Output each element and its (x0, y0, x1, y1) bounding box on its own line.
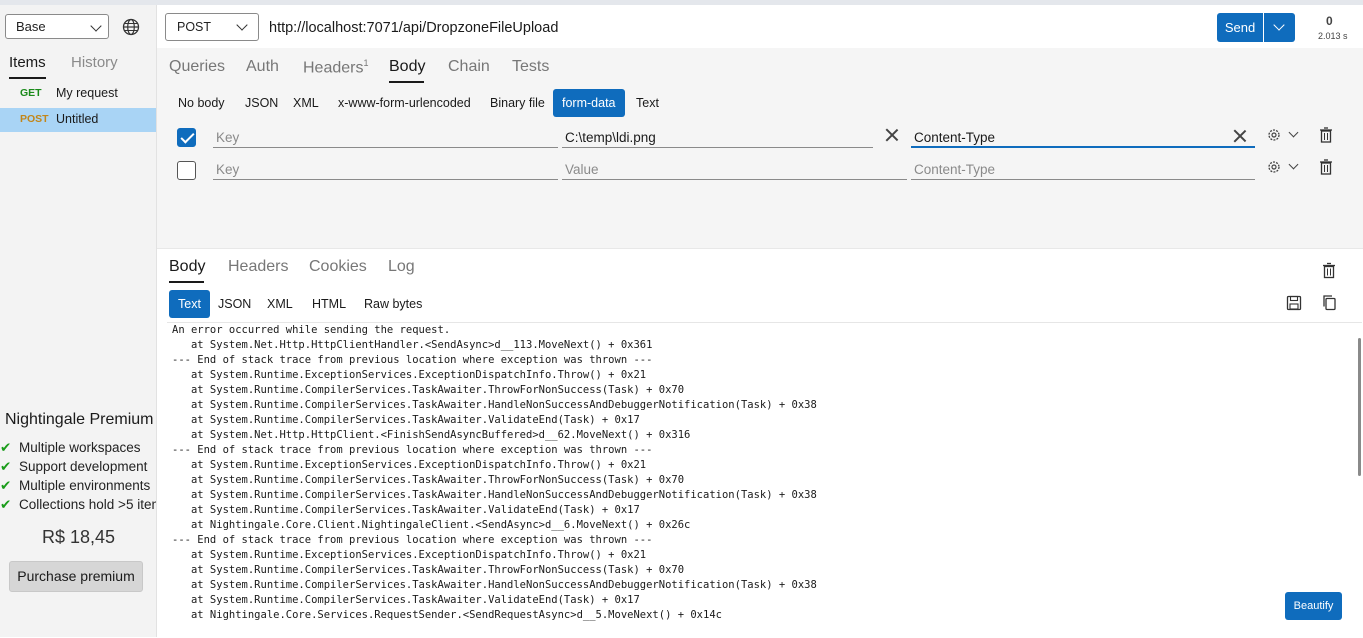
premium-feature: ✔ Collections hold >5 items (0, 497, 156, 513)
feature-label: Collections hold >5 items (19, 497, 156, 512)
send-button[interactable]: Send (1217, 13, 1263, 42)
tab-tests[interactable]: Tests (512, 58, 549, 76)
key-field[interactable]: Key (213, 126, 558, 148)
tab-headers-label: Headers (303, 59, 364, 77)
format-xml[interactable]: XML (258, 290, 302, 318)
environment-select-value: Base (16, 19, 46, 34)
body-type-form-data[interactable]: form-data (553, 89, 625, 117)
format-html[interactable]: HTML (303, 290, 355, 318)
tab-queries[interactable]: Queries (169, 58, 225, 76)
value-field[interactable]: Value (562, 158, 907, 180)
purchase-premium-button[interactable]: Purchase premium (9, 561, 143, 592)
request-method-badge: POST (20, 113, 49, 125)
sidebar-item-my-request[interactable]: GET My request (0, 82, 156, 106)
checkmark-icon: ✔ (0, 440, 12, 455)
clear-response-trash-icon[interactable] (1322, 262, 1336, 279)
premium-price: R$ 18,45 (42, 527, 116, 547)
tab-auth[interactable]: Auth (246, 58, 279, 76)
row-enabled-checkbox[interactable] (177, 161, 196, 180)
body-type-no-body[interactable]: No body (169, 89, 234, 117)
active-tab-indicator (169, 281, 204, 283)
copy-icon[interactable] (1321, 294, 1337, 311)
response-body-text: An error occurred while sending the requ… (172, 324, 817, 621)
window-top-border (0, 0, 1363, 5)
trash-icon[interactable] (1319, 159, 1333, 175)
beautify-button[interactable]: Beautify (1285, 592, 1342, 620)
tab-response-headers[interactable]: Headers (228, 258, 288, 276)
chevron-down-icon[interactable] (1288, 159, 1299, 170)
row-enabled-checkbox[interactable] (177, 128, 196, 147)
tab-headers[interactable]: Headers1 (303, 58, 369, 77)
request-panel: Queries Auth Headers1 Body Chain Tests N… (157, 48, 1363, 248)
format-json[interactable]: JSON (209, 290, 260, 318)
method-select-value: POST (177, 20, 212, 34)
format-raw-bytes[interactable]: Raw bytes (355, 290, 431, 318)
checkmark-icon: ✔ (0, 497, 12, 512)
tab-response-body[interactable]: Body (169, 258, 205, 276)
globe-icon[interactable] (122, 18, 140, 36)
body-type-json[interactable]: JSON (236, 89, 287, 117)
send-options-button[interactable] (1264, 13, 1295, 42)
elapsed-time: 2.013 s (1318, 31, 1348, 41)
checkmark-icon: ✔ (0, 459, 12, 474)
active-tab-indicator (9, 77, 46, 79)
chevron-down-icon (236, 19, 248, 31)
method-select[interactable]: POST (165, 13, 259, 41)
value-field[interactable]: C:\temp\ldi.png (562, 126, 873, 148)
feature-label: Support development (19, 459, 148, 474)
panel-divider (157, 248, 1363, 249)
chevron-down-icon[interactable] (1288, 127, 1299, 138)
tab-chain[interactable]: Chain (448, 58, 490, 76)
sidebar: Base Items History GET My request POST U… (0, 5, 157, 637)
gear-icon[interactable] (1267, 128, 1281, 142)
status-code: 0 (1326, 14, 1333, 28)
format-text[interactable]: Text (169, 290, 210, 318)
clear-content-type-icon[interactable] (1234, 130, 1246, 142)
chevron-down-icon (1273, 19, 1285, 31)
premium-feature: ✔ Multiple workspaces (0, 440, 156, 456)
url-input[interactable]: http://localhost:7071/api/DropzoneFileUp… (269, 20, 558, 36)
headers-count-badge: 1 (363, 58, 369, 68)
body-type-xml[interactable]: XML (284, 89, 328, 117)
premium-feature: ✔ Multiple environments (0, 478, 156, 494)
request-method-badge: GET (20, 87, 42, 99)
key-field[interactable]: Key (213, 158, 558, 180)
body-type-urlencoded[interactable]: x-www-form-urlencoded (329, 89, 480, 117)
premium-feature: ✔ Support development (0, 459, 156, 475)
trash-icon[interactable] (1319, 127, 1333, 143)
premium-title: Nightingale Premium (5, 411, 154, 428)
chevron-down-icon (90, 20, 102, 32)
sidebar-item-untitled[interactable]: POST Untitled (0, 108, 156, 132)
active-tab-indicator (389, 81, 424, 83)
content-type-field[interactable]: Content-Type (911, 126, 1255, 148)
tab-response-log[interactable]: Log (388, 258, 415, 276)
request-name: My request (56, 86, 118, 100)
tab-items[interactable]: Items (9, 54, 46, 71)
environment-select[interactable]: Base (5, 14, 109, 39)
gear-icon[interactable] (1267, 160, 1281, 174)
feature-label: Multiple workspaces (19, 440, 141, 455)
feature-label: Multiple environments (19, 478, 151, 493)
checkmark-icon: ✔ (0, 478, 12, 493)
response-body-output[interactable]: An error occurred while sending the requ… (167, 322, 1362, 638)
tab-history[interactable]: History (71, 54, 118, 71)
response-scrollbar[interactable] (1358, 338, 1361, 476)
content-type-field[interactable]: Content-Type (911, 158, 1255, 180)
request-name: Untitled (56, 112, 99, 126)
body-type-text[interactable]: Text (627, 89, 668, 117)
clear-value-icon[interactable] (886, 129, 898, 141)
tab-body[interactable]: Body (389, 58, 425, 76)
body-type-binary[interactable]: Binary file (481, 89, 554, 117)
save-icon[interactable] (1286, 295, 1302, 311)
tab-response-cookies[interactable]: Cookies (309, 258, 367, 276)
